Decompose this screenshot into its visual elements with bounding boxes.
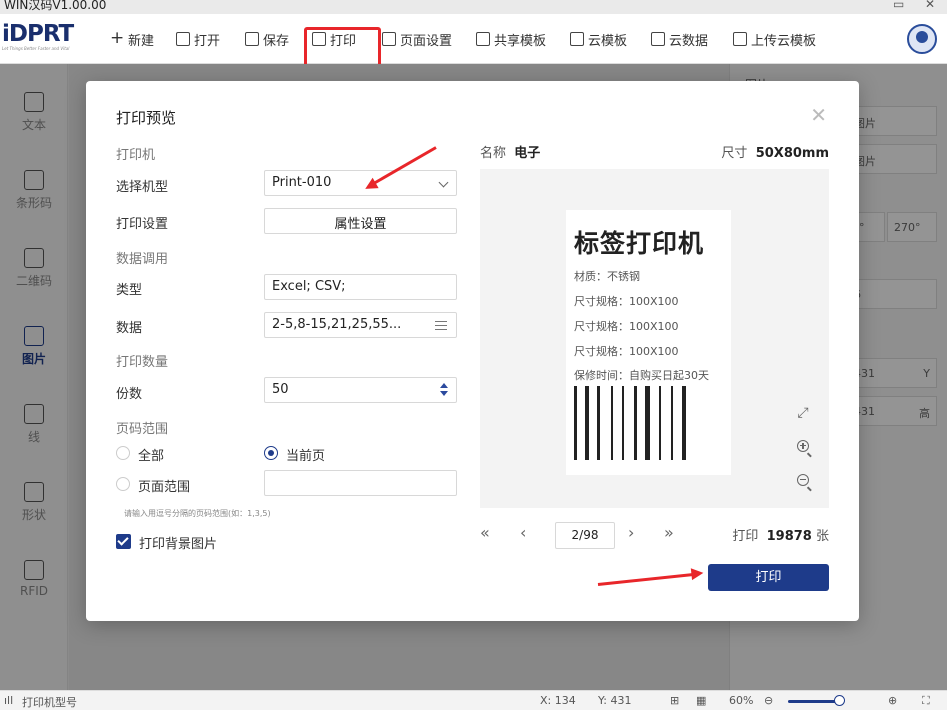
label-line: 尺寸规格：100X100 <box>574 295 679 308</box>
printer-section-label: 打印机 <box>116 148 156 163</box>
page-range-label: 页面范围 <box>138 480 191 495</box>
print-total: 打印 19878 张 <box>732 529 829 544</box>
fullscreen-icon[interactable]: ⤢ <box>792 402 814 424</box>
all-pages-radio[interactable] <box>116 446 130 460</box>
first-page-button[interactable]: « <box>480 523 490 542</box>
barcode-bar <box>671 386 673 460</box>
barcode-graphic <box>574 386 722 460</box>
signal-icon: ıll <box>4 694 14 707</box>
page-setup-button[interactable]: 页面设置 <box>382 28 452 50</box>
template-size: 尺寸 50X80mm <box>721 146 829 161</box>
label-line: 尺寸规格：100X100 <box>574 320 679 333</box>
cursor-x: X: 134 <box>540 694 576 707</box>
new-button[interactable]: + 新建 <box>110 28 154 50</box>
zoom-in-icon[interactable] <box>792 436 814 458</box>
barcode-bar <box>622 386 624 460</box>
label-line: 保修时间：自购买日起30天 <box>574 369 709 382</box>
page-range-hint: 请输入用逗号分隔的页码范围(如：1,3,5) <box>124 509 271 518</box>
main-toolbar: iDPRT Let Things Better Faster and Vital… <box>0 14 947 73</box>
page-range-section-label: 页码范围 <box>116 422 169 437</box>
fit-screen-icon[interactable]: ⛶ <box>922 694 930 708</box>
next-page-button[interactable]: › <box>628 523 634 542</box>
copies-label: 份数 <box>116 387 143 402</box>
zoom-level: 60% <box>729 694 754 707</box>
page-indicator[interactable]: 2/98 <box>555 522 615 549</box>
data-label: 数据 <box>116 321 143 336</box>
label-preview-canvas: 标签打印机 材质：不锈钢 尺寸规格：100X100 尺寸规格：100X100 尺… <box>480 169 829 508</box>
printer-model-select[interactable]: Print-010 <box>264 170 457 196</box>
print-settings-label: 打印设置 <box>116 217 169 232</box>
print-button[interactable]: 打印 <box>708 564 829 591</box>
status-bar: ıll 打印机型号 X: 134 Y: 431 ⊞ ▦ 60% ⊖ ⊕ ⛶ <box>0 690 947 710</box>
barcode-bar <box>634 386 637 460</box>
logo-slogan: Let Things Better Faster and Vital <box>2 46 70 51</box>
current-page-label: 当前页 <box>286 449 326 464</box>
label-preview: 标签打印机 材质：不锈钢 尺寸规格：100X100 尺寸规格：100X100 尺… <box>566 210 731 475</box>
upload-icon <box>733 32 747 46</box>
save-icon <box>245 32 259 46</box>
label-line: 尺寸规格：100X100 <box>574 345 679 358</box>
prev-page-button[interactable]: ‹ <box>520 523 526 542</box>
logo-text: iDPRT <box>2 21 74 47</box>
label-title: 标签打印机 <box>574 229 705 258</box>
barcode-bar <box>645 386 650 460</box>
dialog-close-button[interactable]: ✕ <box>810 103 827 127</box>
page-setup-icon <box>382 32 396 46</box>
print-preview-dialog: 打印预览 ✕ 打印机 选择机型 Print-010 打印设置 属性设置 数据调用… <box>86 81 859 621</box>
zoom-out-icon[interactable]: ⊖ <box>764 694 773 707</box>
select-model-label: 选择机型 <box>116 180 169 195</box>
properties-button[interactable]: 属性设置 <box>264 208 457 234</box>
share-template-icon <box>476 32 490 46</box>
copies-stepper[interactable]: 50 <box>264 377 457 403</box>
restore-button[interactable]: ▭ <box>893 0 904 11</box>
plus-icon: + <box>110 28 125 48</box>
quantity-section-label: 打印数量 <box>116 355 169 370</box>
page-range-input[interactable] <box>264 470 457 496</box>
barcode-bar <box>682 386 686 460</box>
zoom-slider-thumb[interactable] <box>834 695 845 706</box>
open-button[interactable]: 打开 <box>176 28 220 50</box>
cloud-data-button[interactable]: 云数据 <box>651 28 708 50</box>
title-bar: WIN汉码V1.00.00 ▭ ✕ <box>0 0 947 14</box>
grid-icon[interactable]: ▦ <box>696 694 706 707</box>
page-range-radio[interactable] <box>116 477 130 491</box>
list-icon[interactable] <box>435 321 447 330</box>
barcode-bar <box>574 386 577 460</box>
zoom-in-icon[interactable]: ⊕ <box>888 694 897 707</box>
dialog-title: 打印预览 <box>116 109 177 127</box>
window-close-button[interactable]: ✕ <box>925 0 935 11</box>
avatar[interactable] <box>907 24 937 54</box>
zoom-out-icon[interactable] <box>792 470 814 492</box>
last-page-button[interactable]: » <box>664 523 674 542</box>
current-page-radio[interactable] <box>264 446 278 460</box>
data-type-field[interactable]: Excel; CSV; <box>264 274 457 300</box>
template-name: 名称 电子 <box>480 146 541 161</box>
save-button[interactable]: 保存 <box>245 28 289 50</box>
data-section-label: 数据调用 <box>116 252 169 267</box>
stepper-arrows-icon[interactable] <box>440 383 448 397</box>
window-title: WIN汉码V1.00.00 <box>4 0 107 12</box>
share-template-button[interactable]: 共享模板 <box>476 28 546 50</box>
data-range-field[interactable]: 2-5,8-15,21,25,55... <box>264 312 457 338</box>
brand-logo: iDPRT Let Things Better Faster and Vital <box>2 22 90 58</box>
cursor-y: Y: 431 <box>598 694 632 707</box>
cloud-template-button[interactable]: 云模板 <box>570 28 627 50</box>
upload-cloud-template-button[interactable]: 上传云模板 <box>733 28 816 50</box>
print-background-checkbox[interactable] <box>116 534 131 549</box>
all-pages-label: 全部 <box>138 449 165 464</box>
type-label: 类型 <box>116 283 143 298</box>
barcode-bar <box>585 386 589 460</box>
label-line: 材质：不锈钢 <box>574 270 640 283</box>
cloud-data-icon <box>651 32 665 46</box>
barcode-bar <box>659 386 661 460</box>
align-icon[interactable]: ⊞ <box>670 694 679 707</box>
folder-icon <box>176 32 190 46</box>
barcode-bar <box>611 386 613 460</box>
chevron-down-icon <box>438 177 449 188</box>
printer-model-status: 打印机型号 <box>22 696 77 709</box>
cloud-template-icon <box>570 32 584 46</box>
print-background-label: 打印背景图片 <box>139 537 218 552</box>
barcode-bar <box>597 386 600 460</box>
